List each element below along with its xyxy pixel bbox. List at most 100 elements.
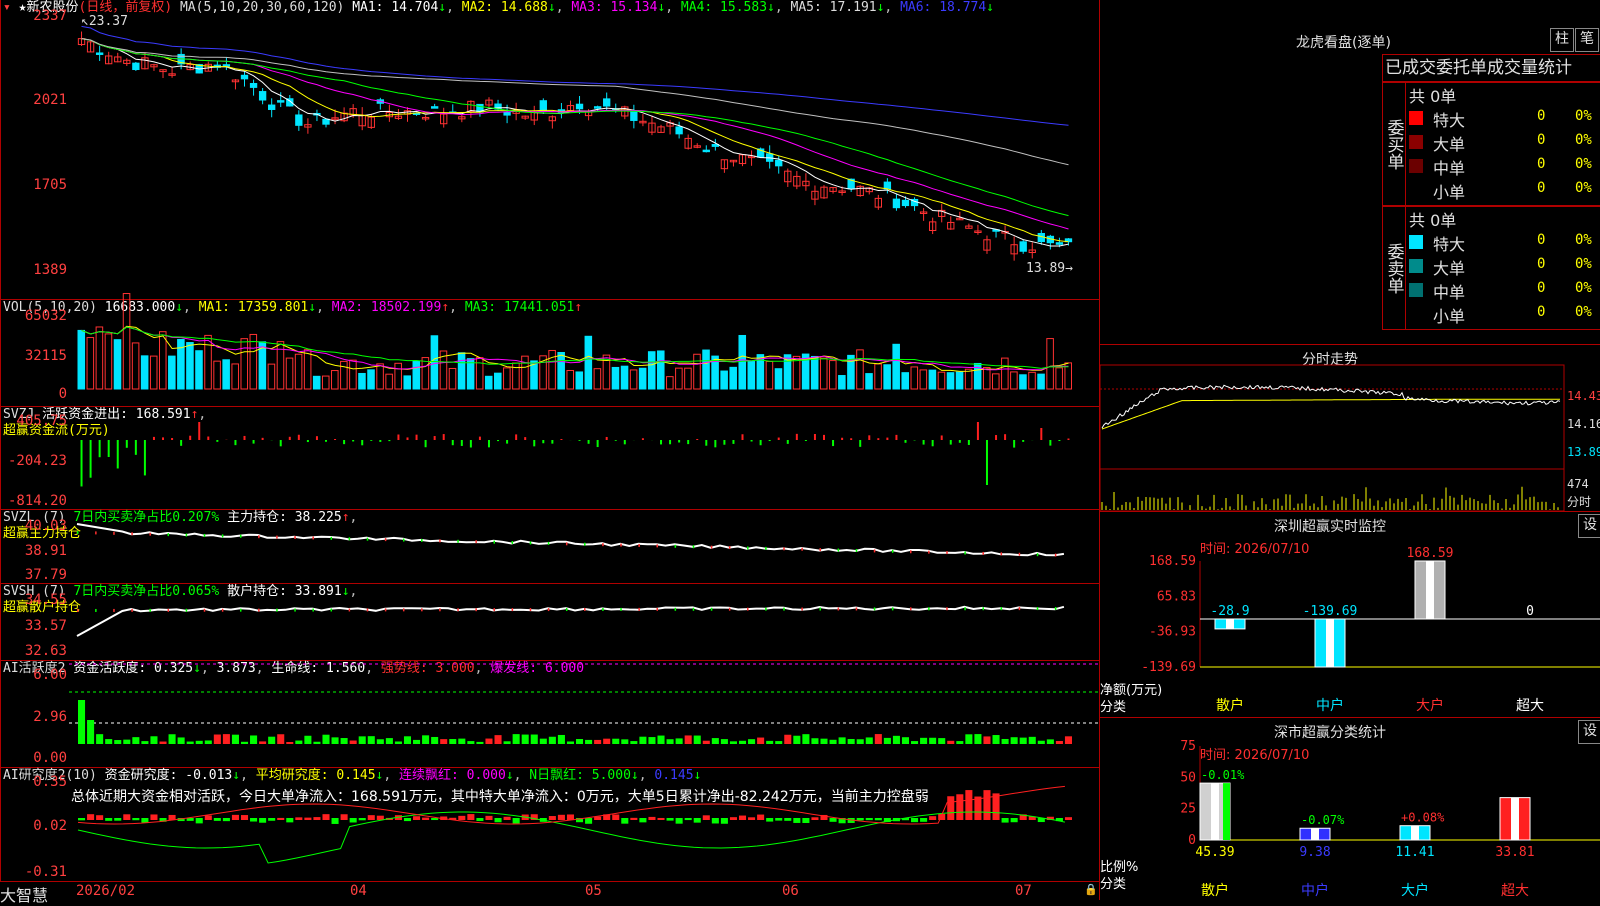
volume-bar xyxy=(168,355,176,390)
active-bar xyxy=(213,734,221,744)
active-bar xyxy=(1028,736,1036,744)
volume-bar xyxy=(928,369,937,390)
volume-bar xyxy=(656,350,665,390)
active-bar xyxy=(358,736,366,744)
sell-name: 大单 xyxy=(1433,259,1466,278)
holding-tick xyxy=(149,532,151,536)
holding-tick xyxy=(910,550,912,554)
research-bar xyxy=(322,814,330,820)
holding-tick xyxy=(728,607,731,611)
fl-value: 33.81 xyxy=(1495,845,1534,860)
volume-bar xyxy=(140,355,149,390)
research-bar xyxy=(974,796,982,820)
volume-bar xyxy=(557,352,565,390)
kline-panel[interactable]: ▾ ★新农股份(日线，前复权) MA(5,10,20,30,60,120) MA… xyxy=(0,0,1100,300)
buy-section: 委买单 共 0单 特大 0 0% 大单 0 0% 中单 0 0% 小单 0 0% xyxy=(1382,82,1600,206)
holding-tick xyxy=(584,607,586,611)
volume-bar xyxy=(494,372,502,390)
holding-tick xyxy=(855,607,858,611)
volume-panel[interactable]: VOL(5,10,20) 16683.000↓, MA1: 17359.801↓… xyxy=(0,293,1101,408)
research-bar xyxy=(204,815,212,820)
buy-pct: 0% xyxy=(1575,156,1592,172)
sz-bar-highlight xyxy=(1426,561,1434,619)
research-bar xyxy=(96,815,104,820)
active-bar xyxy=(766,740,774,744)
bar-mode-button[interactable]: 柱 xyxy=(1550,28,1574,52)
intraday-frame xyxy=(1099,364,1565,512)
svsh-panel[interactable]: SVSH (7) 7日内买卖净占比0.065% 散户持仓: 33.891↓, 超… xyxy=(0,583,1100,661)
sell-swatch xyxy=(1409,259,1423,273)
research-bar xyxy=(231,814,239,820)
sz-monitor-chart[interactable]: 168.59 65.83 -36.93 -139.69 -28.9 散户 -139.69 中户… xyxy=(1100,512,1600,717)
svsh-chart[interactable] xyxy=(1,584,1101,662)
active-bar xyxy=(259,741,267,744)
active-bar xyxy=(648,737,656,744)
intraday-panel[interactable]: 分时走势 14.43 14.16 13.89 474 分时 xyxy=(1099,345,1600,512)
intraday-chart[interactable] xyxy=(1099,345,1600,512)
active-bar xyxy=(286,741,294,744)
lock-icon[interactable]: 🔒 xyxy=(1084,883,1098,896)
holding-tick xyxy=(421,538,423,542)
volume-chart[interactable] xyxy=(1,293,1101,408)
research-bar xyxy=(476,818,484,822)
ai-active-panel[interactable]: AI活跃度2 资金活跃度: 0.325↓, 3.873, 生命线: 1.560,… xyxy=(0,660,1101,769)
research-bar xyxy=(911,818,919,823)
svzj-panel[interactable]: SVZJ 活跃资金进出: 168.591↑, 超赢资金流(万元) 405.75 … xyxy=(0,406,1100,510)
candle xyxy=(603,98,611,107)
sell-swatch xyxy=(1409,235,1423,249)
volume-bar xyxy=(403,375,412,390)
sz-class-panel: 深市超赢分类统计 设 时间: 2026/07/10 比例% 分类 75 50 25 0… xyxy=(1100,718,1600,900)
volume-bar xyxy=(765,360,774,390)
volume-bar xyxy=(1010,371,1018,390)
research-bar xyxy=(367,815,375,820)
volume-bar xyxy=(213,360,221,390)
volume-bar xyxy=(358,372,366,390)
tick-mode-button[interactable]: 笔 xyxy=(1575,28,1599,52)
volume-bar xyxy=(575,371,584,390)
research-bar xyxy=(150,814,158,820)
x-label-2: 05 xyxy=(585,883,602,899)
fl-change: -0.07% xyxy=(1301,813,1345,827)
research-bar xyxy=(693,818,701,823)
svzl-chart[interactable] xyxy=(1,510,1101,585)
volume-bar xyxy=(294,353,303,390)
research-bar xyxy=(811,817,819,820)
active-bar xyxy=(711,738,719,744)
fl-value: 45.39 xyxy=(1195,845,1234,860)
active-bar xyxy=(1046,739,1054,744)
active-bar xyxy=(657,735,665,744)
holding-tick xyxy=(747,546,749,550)
active-bar xyxy=(603,738,611,744)
fl-y-label: 75 xyxy=(1180,739,1196,754)
holding-tick xyxy=(1036,607,1039,611)
tab-stats[interactable]: 已成交委托单成交量统计 xyxy=(1382,54,1600,82)
active-bar xyxy=(938,738,946,744)
research-bar xyxy=(132,818,140,821)
volume-bar xyxy=(367,369,375,390)
holding-tick xyxy=(710,607,713,611)
sell-count: 0 xyxy=(1537,232,1546,248)
research-bar xyxy=(865,818,873,821)
active-bar xyxy=(268,736,276,744)
right-sidebar: 龙虎看盘(逐单) 柱 笔 已成交委托单成交量统计 委买单 共 0单 特大 0 0% 大… xyxy=(1099,0,1600,900)
candle xyxy=(702,149,710,153)
class-chart[interactable]: 7550250-0.01%45.39散户-0.07%9.38中户+0.08%11… xyxy=(1100,718,1600,900)
svzj-chart[interactable] xyxy=(1,407,1101,511)
holding-tick xyxy=(620,543,622,547)
candle xyxy=(675,126,683,135)
candle xyxy=(575,103,584,110)
volume-bar xyxy=(729,366,737,390)
svzl-panel[interactable]: SVZL (7) 7日内买卖净占比0.207% 主力持仓: 38.225↑, 超… xyxy=(0,509,1100,584)
volume-bar xyxy=(684,367,692,390)
research-bar xyxy=(793,818,801,823)
research-bar xyxy=(105,818,113,821)
kline-chart[interactable] xyxy=(1,0,1101,300)
holding-tick xyxy=(765,546,767,550)
ma5-line xyxy=(81,38,1069,166)
ai-research-panel[interactable]: AI研究度2(10) 资金研究度: -0.013↓, 平均研究度: 0.145↓… xyxy=(0,767,1100,882)
research-bar xyxy=(1010,818,1018,823)
ai-research-chart[interactable] xyxy=(1,768,1101,883)
ai-active-chart[interactable] xyxy=(1,661,1101,769)
holding-tick xyxy=(982,607,984,611)
candle xyxy=(430,106,439,109)
